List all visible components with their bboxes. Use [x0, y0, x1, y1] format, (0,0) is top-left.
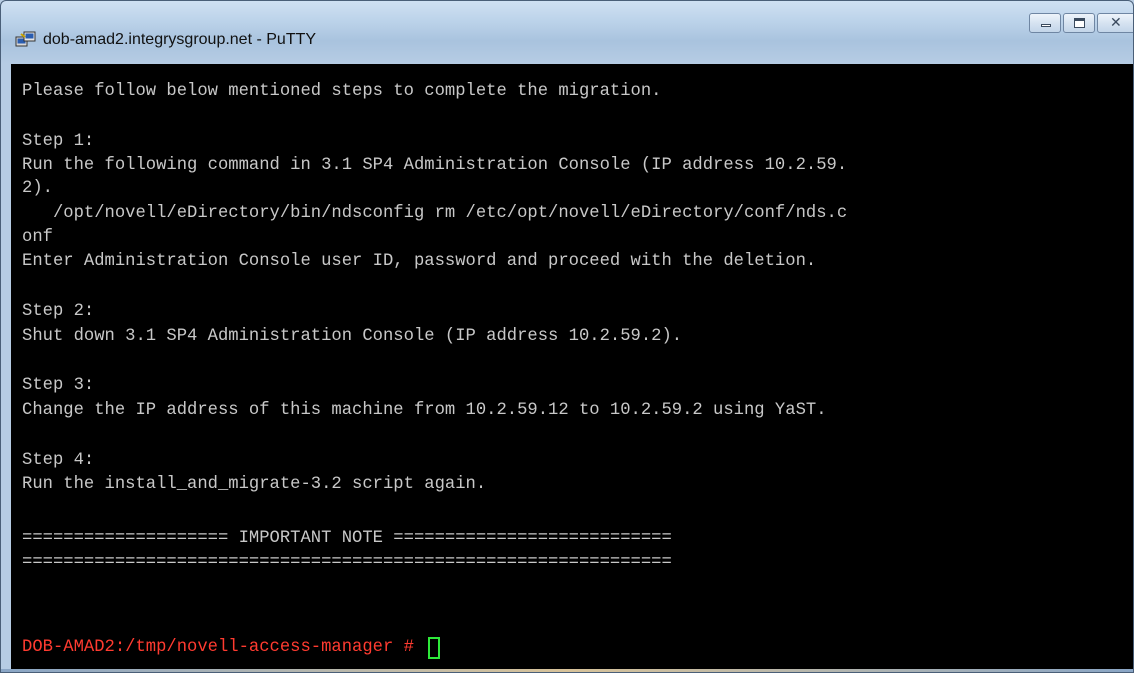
terminal-line: Step 2: [22, 302, 95, 321]
command-prompt[interactable]: DOB-AMAD2:/tmp/novell-access-manager # [22, 636, 441, 660]
terminal-line: Enter Administration Console user ID, pa… [22, 252, 817, 271]
maximize-button[interactable] [1063, 13, 1095, 33]
caption-buttons: ✕ [1029, 13, 1133, 33]
window-title: dob-amad2.integrysgroup.net - PuTTY [43, 31, 317, 48]
close-button[interactable]: ✕ [1097, 13, 1133, 33]
putty-icon[interactable] [15, 31, 37, 49]
terminal-line: Run the install_and_migrate-3.2 script a… [22, 475, 487, 494]
terminal-line: Run the following command in 3.1 SP4 Adm… [22, 156, 848, 175]
terminal-line: onf [22, 228, 53, 247]
terminal-line: Step 3: [22, 376, 95, 395]
terminal-line: Step 4: [22, 451, 95, 470]
maximize-icon [1074, 18, 1085, 28]
text-cursor [428, 637, 441, 659]
title-bar[interactable]: dob-amad2.integrysgroup.net - PuTTY ✕ [1, 1, 1133, 64]
minimize-icon [1041, 24, 1051, 27]
terminal-area[interactable]: Please follow below mentioned steps to c… [11, 64, 1133, 669]
terminal-line: 2). [22, 179, 53, 198]
important-note-banner: ==================== IMPORTANT NOTE ====… [22, 529, 672, 548]
window-bottom-edge [1, 669, 1133, 672]
terminal-line: Shut down 3.1 SP4 Administration Console… [22, 327, 683, 346]
terminal-line: /opt/novell/eDirectory/bin/ndsconfig rm … [22, 204, 848, 223]
putty-window: dob-amad2.integrysgroup.net - PuTTY ✕ Pl… [0, 0, 1134, 673]
prompt-text: DOB-AMAD2:/tmp/novell-access-manager # [22, 638, 425, 657]
terminal-line: Please follow below mentioned steps to c… [22, 82, 662, 101]
separator-line: ========================================… [22, 553, 672, 572]
minimize-button[interactable] [1029, 13, 1061, 33]
close-icon: ✕ [1110, 15, 1122, 31]
terminal-line: Change the IP address of this machine fr… [22, 401, 827, 420]
terminal-line: Step 1: [22, 132, 95, 151]
